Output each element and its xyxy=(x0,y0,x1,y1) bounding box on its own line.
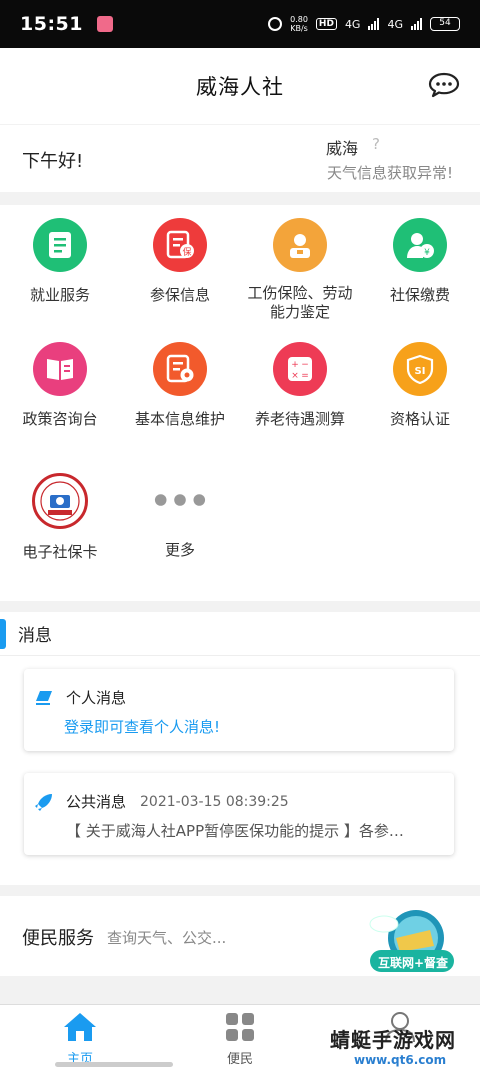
public-message-date: 2021-03-15 08:39:25 xyxy=(140,793,289,810)
book-icon xyxy=(33,342,87,396)
greeting-text: 下午好! xyxy=(22,151,84,172)
city-name[interactable]: 威海 xyxy=(326,135,358,159)
gesture-bar xyxy=(55,1062,173,1067)
weather-status: 天气信息获取异常! xyxy=(327,164,454,182)
app-header: 威海人社 xyxy=(0,48,480,124)
signal-icon-2 xyxy=(411,18,422,30)
shield-si-icon: SI xyxy=(393,342,447,396)
svg-text:+: + xyxy=(291,360,299,370)
tab-home[interactable]: 主页 xyxy=(20,1005,140,1070)
svg-text:−: − xyxy=(301,360,309,370)
public-message-text: 【 关于威海人社APP暂停医保功能的提示 】各参… xyxy=(66,822,404,840)
convenience-subtitle: 查询天气、公交... xyxy=(107,929,227,947)
hd-badge: HD xyxy=(315,18,337,30)
messages-title: 消息 xyxy=(18,626,52,646)
service-policy-consult[interactable]: 政策咨询台 xyxy=(0,342,120,429)
service-insurance-info[interactable]: 保 参保信息 xyxy=(120,218,240,305)
user-payment-icon: ¥ xyxy=(393,218,447,272)
insurance-doc-icon: 保 xyxy=(153,218,207,272)
app-notification-icon xyxy=(96,16,113,32)
section-accent-bar xyxy=(0,618,6,649)
public-message-title: 公共消息 xyxy=(66,793,127,811)
eraser-icon xyxy=(36,690,52,705)
service-more[interactable]: 更多 xyxy=(120,473,240,560)
service-social-payment[interactable]: ¥ 社保缴费 xyxy=(360,218,480,305)
svg-text:=: = xyxy=(301,371,309,381)
service-basic-info[interactable]: 基本信息维护 xyxy=(120,342,240,429)
status-time: 15:51 xyxy=(20,13,83,35)
network-speed: 0.80 KB/s xyxy=(290,15,308,33)
service-employment[interactable]: 就业服务 xyxy=(0,218,120,305)
document-icon xyxy=(33,218,87,272)
svg-text:¥: ¥ xyxy=(424,248,430,258)
worker-icon xyxy=(273,218,327,272)
service-grid: 就业服务 保 参保信息 工伤保险、劳动能力鉴定 ¥ 社保缴费 政策咨询台 基本信… xyxy=(0,205,480,601)
svg-text:SI: SI xyxy=(415,366,426,377)
alarm-icon xyxy=(268,17,283,31)
tab-convenience[interactable]: 便民 xyxy=(180,1005,300,1070)
page-title: 威海人社 xyxy=(196,75,284,99)
chat-bubble-icon[interactable] xyxy=(428,72,460,98)
more-dots-icon xyxy=(153,473,207,527)
doc-settings-icon xyxy=(153,342,207,396)
calculator-icon: + − × = xyxy=(273,342,327,396)
personal-message-login-link[interactable]: 登录即可查看个人消息! xyxy=(64,716,220,737)
service-qualification[interactable]: SI 资格认证 xyxy=(360,342,480,429)
help-icon[interactable]: ? xyxy=(372,135,380,153)
personal-message-card[interactable]: 个人消息 登录即可查看个人消息! xyxy=(24,669,454,751)
rocket-icon xyxy=(35,793,52,811)
public-message-card[interactable]: 公共消息 2021-03-15 08:39:25 【 关于威海人社APP暂停医保… xyxy=(24,773,454,855)
grid-icon xyxy=(226,1013,254,1041)
messages-header: 消息 xyxy=(0,612,480,656)
social-security-card-icon xyxy=(32,473,88,529)
site-watermark: 蜻蜓手游戏网 www.qt6.com xyxy=(330,1028,456,1067)
personal-message-title: 个人消息 xyxy=(66,689,127,707)
convenience-title: 便民服务 xyxy=(22,928,94,949)
greeting-panel: 下午好! 威海 ? 天气信息获取异常! xyxy=(0,125,480,192)
signal-icon xyxy=(368,18,380,30)
network-type-1: 4G xyxy=(344,17,361,31)
svg-text:保: 保 xyxy=(182,246,191,258)
battery-icon: 54 xyxy=(430,17,460,31)
service-injury-insurance[interactable]: 工伤保险、劳动能力鉴定 xyxy=(240,218,360,322)
svg-text:×: × xyxy=(291,371,299,381)
convenience-service-bar[interactable]: 便民服务 查询天气、公交... 互联网+督查 xyxy=(0,896,480,976)
status-bar: 15:51 0.80 KB/s HD 4G 4G 54 xyxy=(0,0,480,48)
service-pension-calc[interactable]: + − × = 养老待遇测算 xyxy=(240,342,360,429)
service-e-social-card[interactable]: 电子社保卡 xyxy=(0,473,120,562)
messages-section: 消息 个人消息 登录即可查看个人消息! 公共消息 2021-03-15 08:3… xyxy=(0,612,480,885)
network-type-2: 4G xyxy=(387,17,403,31)
home-icon xyxy=(64,1013,96,1041)
badge-text: 互联网+督查 xyxy=(377,956,449,970)
